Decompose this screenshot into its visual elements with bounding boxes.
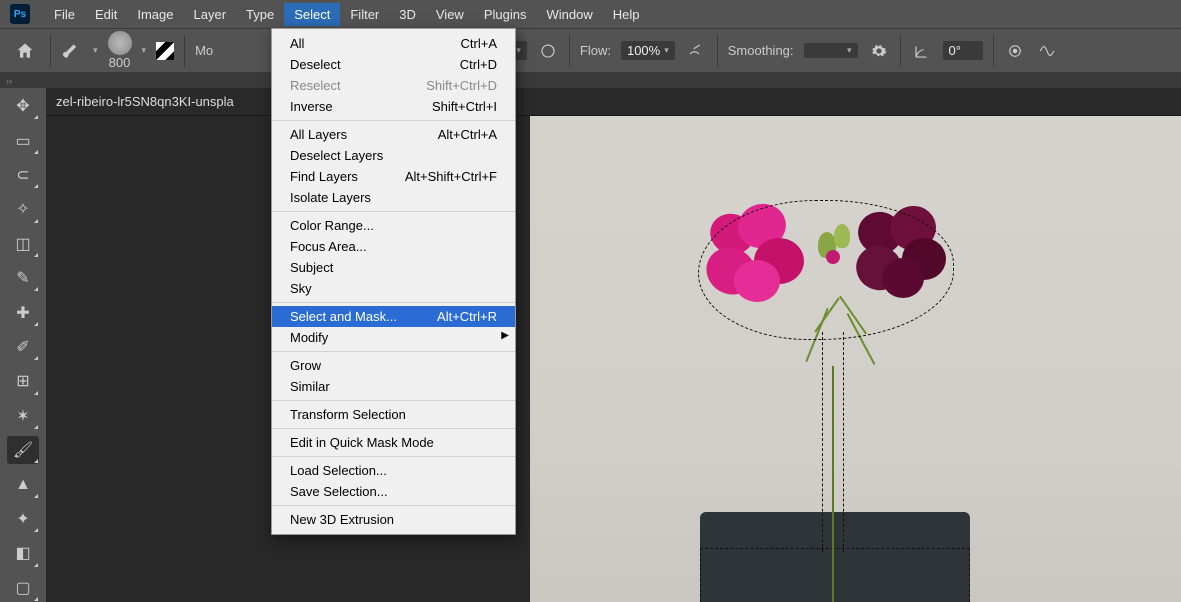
marquee-tool[interactable]: ▭ — [7, 126, 39, 154]
menu-item-select-and-mask[interactable]: Select and Mask...Alt+Ctrl+R — [272, 306, 515, 327]
menu-item-transform-selection[interactable]: Transform Selection — [272, 404, 515, 425]
options-bar: ▾ 800 ▾ Mo 100%▾ Flow: 100%▾ Smoothing: … — [0, 28, 1181, 72]
brush-tool[interactable]: 🖌 — [7, 436, 39, 464]
menu-item-new-3d-extrusion[interactable]: New 3D Extrusion — [272, 509, 515, 530]
smoothing-gear-icon[interactable] — [868, 40, 890, 62]
menu-item-subject[interactable]: Subject — [272, 257, 515, 278]
menu-item-deselect[interactable]: DeselectCtrl+D — [272, 54, 515, 75]
menu-item-all-layers[interactable]: All LayersAlt+Ctrl+A — [272, 124, 515, 145]
menu-item-focus-area[interactable]: Focus Area... — [272, 236, 515, 257]
menu-window[interactable]: Window — [536, 3, 602, 26]
mode-label: Mo — [195, 43, 213, 58]
menu-item-modify[interactable]: Modify▶ — [272, 327, 515, 348]
symmetry-icon[interactable] — [1036, 40, 1058, 62]
tablet-pressure-icon[interactable] — [156, 42, 174, 60]
menu-item-edit-in-quick-mask-mode[interactable]: Edit in Quick Mask Mode — [272, 432, 515, 453]
document-tab[interactable]: zel-ribeiro-lr5SN8qn3KI-unspla — [46, 88, 1181, 116]
rectangle-tool[interactable]: ▢ — [7, 574, 39, 602]
menu-layer[interactable]: Layer — [184, 3, 237, 26]
clone-stamp-tool[interactable]: ⊞ — [7, 367, 39, 395]
menu-help[interactable]: Help — [603, 3, 650, 26]
brush-size-value: 800 — [109, 55, 131, 70]
angle-field[interactable]: 0° — [943, 41, 983, 60]
tools-panel: ✥ ▭ ⊂ ✧ ◫ ✎ ✚ ✐ ⊞ ✶ 🖌 ▲ ✦ ◧ ▢ — [0, 88, 46, 602]
flow-field[interactable]: 100%▾ — [621, 41, 675, 60]
gradient-tool[interactable]: ▲ — [7, 470, 39, 498]
document-tab-title: zel-ribeiro-lr5SN8qn3KI-unspla — [56, 94, 234, 109]
menu-item-save-selection[interactable]: Save Selection... — [272, 481, 515, 502]
menu-item-load-selection[interactable]: Load Selection... — [272, 460, 515, 481]
menu-item-reselect: ReselectShift+Ctrl+D — [272, 75, 515, 96]
menu-item-find-layers[interactable]: Find LayersAlt+Shift+Ctrl+F — [272, 166, 515, 187]
panel-grip[interactable]: ›› — [0, 72, 1181, 88]
pencil-tool[interactable]: ✐ — [7, 333, 39, 361]
canvas[interactable] — [46, 116, 1181, 602]
menu-item-inverse[interactable]: InverseShift+Ctrl+I — [272, 96, 515, 117]
eraser-tool[interactable]: ◧ — [7, 539, 39, 567]
menubar: Ps FileEditImageLayerTypeSelectFilter3DV… — [0, 0, 1181, 28]
image-content — [530, 116, 1181, 602]
menu-item-grow[interactable]: Grow — [272, 355, 515, 376]
magic-wand-tool[interactable]: ✧ — [7, 195, 39, 223]
menu-item-isolate-layers[interactable]: Isolate Layers — [272, 187, 515, 208]
angle-icon[interactable] — [911, 40, 933, 62]
crop-tool[interactable]: ◫ — [7, 230, 39, 258]
menu-file[interactable]: File — [44, 3, 85, 26]
app-logo: Ps — [10, 4, 30, 24]
menu-view[interactable]: View — [426, 3, 474, 26]
menu-edit[interactable]: Edit — [85, 3, 127, 26]
pressure-opacity-icon[interactable] — [537, 40, 559, 62]
home-icon[interactable] — [10, 36, 40, 66]
lasso-tool[interactable]: ⊂ — [7, 161, 39, 189]
pressure-size-icon[interactable] — [1004, 40, 1026, 62]
history-brush-tool[interactable]: ✶ — [7, 402, 39, 430]
menu-type[interactable]: Type — [236, 3, 284, 26]
dodge-tool[interactable]: ✦ — [7, 505, 39, 533]
move-tool[interactable]: ✥ — [7, 92, 39, 120]
eyedropper-tool[interactable]: ✎ — [7, 264, 39, 292]
smoothing-label: Smoothing: — [728, 43, 794, 58]
healing-brush-tool[interactable]: ✚ — [7, 298, 39, 326]
menu-filter[interactable]: Filter — [340, 3, 389, 26]
brush-icon[interactable] — [61, 40, 83, 62]
menu-3d[interactable]: 3D — [389, 3, 426, 26]
flow-label: Flow: — [580, 43, 611, 58]
menu-item-all[interactable]: AllCtrl+A — [272, 33, 515, 54]
airbrush-icon[interactable] — [685, 40, 707, 62]
menu-plugins[interactable]: Plugins — [474, 3, 537, 26]
menu-select[interactable]: Select — [284, 3, 340, 26]
menu-item-sky[interactable]: Sky — [272, 278, 515, 299]
menu-item-deselect-layers[interactable]: Deselect Layers — [272, 145, 515, 166]
smoothing-field[interactable]: ▾ — [804, 43, 858, 58]
menu-image[interactable]: Image — [127, 3, 183, 26]
select-menu-dropdown: AllCtrl+ADeselectCtrl+DReselectShift+Ctr… — [271, 28, 516, 535]
menu-item-color-range[interactable]: Color Range... — [272, 215, 515, 236]
menu-item-similar[interactable]: Similar — [272, 376, 515, 397]
brush-preset[interactable]: 800 — [108, 31, 132, 70]
